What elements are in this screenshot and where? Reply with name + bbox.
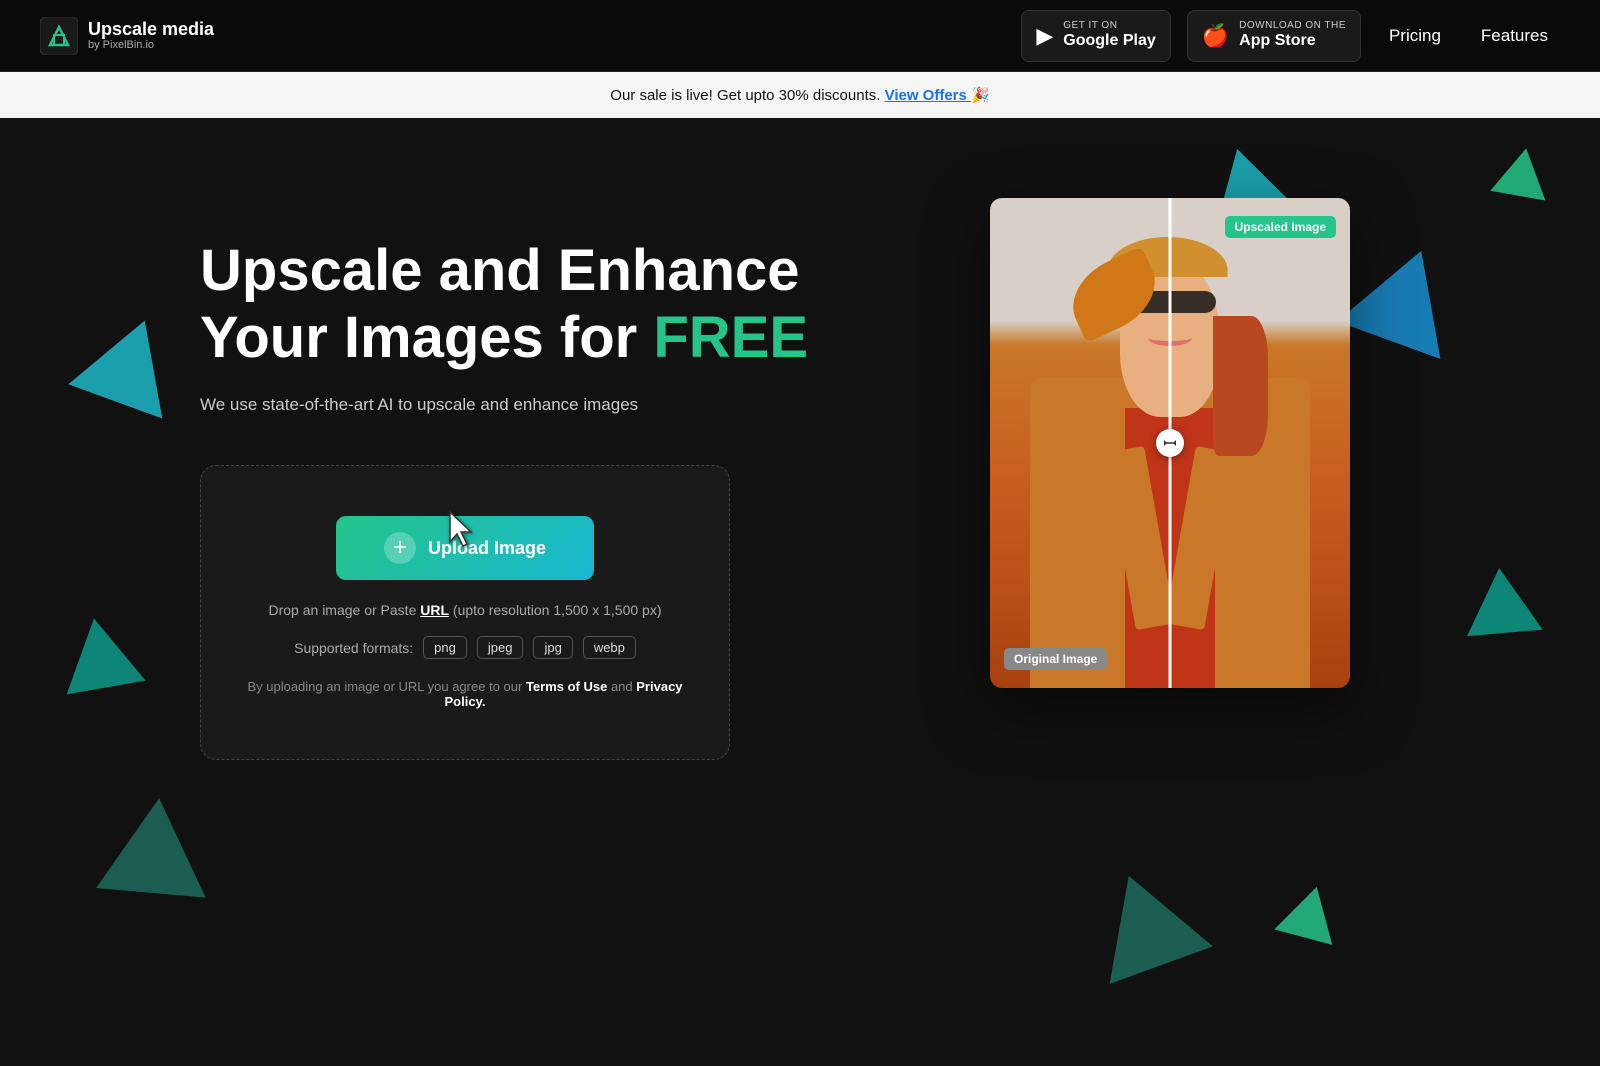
navbar-right: ▶ GET IT ON Google Play 🍎 Download on th… xyxy=(1021,10,1560,62)
hero-section: Upscale and Enhance Your Images for FREE… xyxy=(0,118,1600,1018)
hero-title: Upscale and Enhance Your Images for FREE xyxy=(200,238,820,371)
plus-icon: + xyxy=(384,532,416,564)
announcement-text: Our sale is live! Get upto 30% discounts… xyxy=(610,87,880,104)
hero-title-free: FREE xyxy=(653,305,808,370)
upload-image-button[interactable]: + Upload Image xyxy=(336,516,594,580)
pricing-link[interactable]: Pricing xyxy=(1377,20,1453,52)
drop-hint-text-prefix: Drop an image or Paste xyxy=(269,602,421,618)
upload-button-label: Upload Image xyxy=(428,538,546,559)
deco-tri-1 xyxy=(68,303,191,418)
apple-icon: 🍎 xyxy=(1202,25,1229,47)
app-store-text: Download on the App Store xyxy=(1239,20,1346,50)
google-play-icon: ▶ xyxy=(1036,25,1053,47)
features-link[interactable]: Features xyxy=(1469,20,1560,52)
logo-text: Upscale media by PixelBin.io xyxy=(88,20,214,52)
deco-tri-3 xyxy=(96,793,214,897)
original-label: Original Image xyxy=(1004,648,1107,670)
deco-tri-9 xyxy=(1077,857,1213,984)
hero-title-line2-prefix: Your Images for xyxy=(200,305,653,370)
party-emoji: 🎉 xyxy=(971,87,990,104)
google-play-store-name: Google Play xyxy=(1063,31,1155,50)
logo-icon xyxy=(40,17,78,55)
format-png: png xyxy=(423,636,467,659)
view-offers-link[interactable]: View Offers xyxy=(885,87,971,104)
upload-dropzone[interactable]: + Upload Image Drop an image or Paste UR… xyxy=(200,465,730,760)
terms-text: By uploading an image or URL you agree t… xyxy=(241,679,689,709)
format-webp: webp xyxy=(583,636,636,659)
google-play-button[interactable]: ▶ GET IT ON Google Play xyxy=(1021,10,1170,62)
hero-title-line1: Upscale and Enhance xyxy=(200,238,800,303)
app-store-button[interactable]: 🍎 Download on the App Store xyxy=(1187,10,1361,62)
formats-label: Supported formats: xyxy=(294,640,413,656)
hair-layer xyxy=(1213,316,1268,456)
deco-tri-2 xyxy=(55,612,146,695)
upscaled-label: Upscaled Image xyxy=(1225,216,1336,238)
app-store-small-label: Download on the xyxy=(1239,20,1346,31)
drop-hint: Drop an image or Paste URL (upto resolut… xyxy=(241,602,689,618)
url-link-label: URL xyxy=(420,602,449,618)
logo-title: Upscale media xyxy=(88,20,214,40)
google-play-small-label: GET IT ON xyxy=(1063,20,1155,31)
hero-subtitle: We use state-of-the-art AI to upscale an… xyxy=(200,395,820,415)
drop-hint-suffix: (upto resolution 1,500 x 1,500 px) xyxy=(449,602,661,618)
terms-prefix: By uploading an image or URL you agree t… xyxy=(247,679,525,694)
compare-handle[interactable] xyxy=(1156,429,1184,457)
terms-of-use-link[interactable]: Terms of Use xyxy=(526,679,607,694)
formats-row: Supported formats: png jpeg jpg webp xyxy=(241,636,689,659)
announcement-bar: Our sale is live! Get upto 30% discounts… xyxy=(0,72,1600,118)
navbar: Upscale media by PixelBin.io ▶ GET IT ON… xyxy=(0,0,1600,72)
app-store-name: App Store xyxy=(1239,31,1346,50)
google-play-text: GET IT ON Google Play xyxy=(1063,20,1155,50)
logo-area: Upscale media by PixelBin.io xyxy=(40,17,214,55)
deco-tri-8 xyxy=(1274,879,1345,945)
hero-right-content: Upscaled Image Original Image xyxy=(820,178,1520,688)
logo-subtitle: by PixelBin.io xyxy=(88,39,214,51)
handle-arrows-icon xyxy=(1163,436,1177,450)
hero-left-content: Upscale and Enhance Your Images for FREE… xyxy=(200,178,820,760)
url-link[interactable]: URL xyxy=(420,602,449,618)
format-jpg: jpg xyxy=(533,636,572,659)
view-offers-label: View Offers xyxy=(885,87,967,104)
image-compare-widget[interactable]: Upscaled Image Original Image xyxy=(990,198,1350,688)
terms-and: and xyxy=(607,679,636,694)
terms-of-use-label: Terms of Use xyxy=(526,679,607,694)
format-jpeg: jpeg xyxy=(477,636,524,659)
